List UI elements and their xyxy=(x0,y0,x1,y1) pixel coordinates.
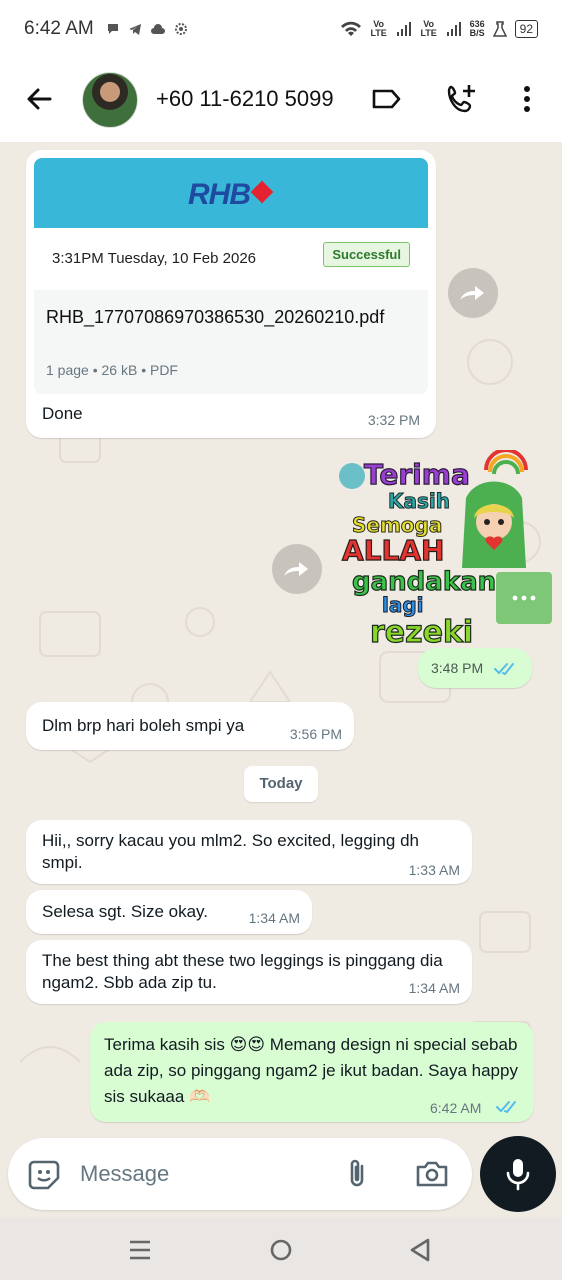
read-ticks-icon xyxy=(496,1101,516,1114)
forward-icon xyxy=(460,286,484,300)
incoming-message[interactable]: The best thing abt these two leggings is… xyxy=(26,940,472,1004)
back-nav-icon[interactable] xyxy=(406,1236,434,1264)
flask-icon xyxy=(492,21,507,37)
message-text: Dlm brp hari boleh smpi ya xyxy=(42,716,245,735)
signal-icon xyxy=(396,22,411,36)
incoming-message[interactable]: Hii,, sorry kacau you mlm2. So excited, … xyxy=(26,820,472,884)
message-text: Selesa sgt. Size okay. xyxy=(42,902,208,921)
sticker-line-4: ALLAH xyxy=(342,534,444,567)
status-time: 6:42 AM xyxy=(24,18,94,39)
read-ticks-icon xyxy=(494,663,514,676)
telegram-icon xyxy=(128,24,141,35)
status-badge: Successful xyxy=(323,242,410,267)
settings-gear-icon xyxy=(174,23,187,35)
message-time: 3:48 PM xyxy=(431,660,484,676)
attach-icon[interactable] xyxy=(340,1156,376,1192)
forward-button-sticker[interactable] xyxy=(272,544,322,594)
avatar[interactable] xyxy=(82,72,138,128)
message-time: 1:34 AM xyxy=(248,910,300,926)
chat-header: +60 11-6210 5099 xyxy=(0,58,562,142)
mic-icon xyxy=(506,1159,530,1191)
message-time: 3:56 PM xyxy=(289,726,342,742)
add-call-icon[interactable] xyxy=(444,82,478,116)
document-file[interactable]: RHB_17707086970386530_20260210.pdf 1 pag… xyxy=(34,290,428,394)
chat-area[interactable]: RHB 3:31PM Tuesday, 10 Feb 2026 Successf… xyxy=(0,142,562,1142)
incoming-message[interactable]: Dlm brp hari boleh smpi ya 3:56 PM xyxy=(26,702,354,750)
document-filename: RHB_17707086970386530_20260210.pdf xyxy=(46,307,385,327)
recent-apps-icon[interactable] xyxy=(126,1236,154,1264)
outgoing-message[interactable]: Terima kasih sis 😍😍 Memang design ni spe… xyxy=(90,1022,534,1122)
sticker-options-button[interactable] xyxy=(496,572,552,624)
contact-name[interactable]: +60 11-6210 5099 xyxy=(156,86,334,112)
wifi-icon xyxy=(340,21,361,36)
sticker-line-2: Kasih xyxy=(388,489,450,513)
more-horiz-icon xyxy=(512,595,536,601)
bank-logo: RHB xyxy=(188,178,251,211)
battery-level: 92 xyxy=(514,20,538,38)
home-icon[interactable] xyxy=(267,1236,295,1264)
signal-icon-2 xyxy=(446,22,461,36)
message-time: 1:34 AM xyxy=(408,980,460,996)
sticker-line-1: Terima xyxy=(364,458,470,491)
message-text: Hii,, sorry kacau you mlm2. So excited, … xyxy=(42,831,420,872)
message-text: Terima kasih sis 😍😍 Memang design ni spe… xyxy=(104,1035,518,1106)
receipt-datetime: 3:31PM Tuesday, 10 Feb 2026 xyxy=(52,250,257,267)
network-speed-unit: B/S xyxy=(469,28,485,38)
document-info: 1 page • 26 kB • PDF xyxy=(46,362,178,378)
camera-icon[interactable] xyxy=(414,1156,450,1192)
volte-label-2: Vo LTE xyxy=(420,19,437,38)
more-vert-icon[interactable] xyxy=(510,82,544,116)
balloon-icon xyxy=(339,463,365,489)
cloud-icon xyxy=(150,24,165,34)
message-text: The best thing abt these two leggings is… xyxy=(42,951,443,992)
document-message[interactable]: RHB 3:31PM Tuesday, 10 Feb 2026 Successf… xyxy=(26,150,436,438)
sticker-emoji-icon[interactable] xyxy=(26,1156,62,1192)
chat-notification-icon xyxy=(107,24,118,34)
forward-icon xyxy=(284,562,308,576)
notification-icons xyxy=(106,22,188,36)
message-input[interactable] xyxy=(80,1158,320,1190)
message-time: 3:32 PM xyxy=(367,412,420,428)
volte-label-1: Vo LTE xyxy=(370,19,387,38)
system-nav-bar xyxy=(0,1218,562,1280)
date-separator: Today xyxy=(244,766,318,802)
message-time: 1:33 AM xyxy=(408,862,460,878)
sticker-line-5: gandakan xyxy=(352,567,496,597)
forward-button[interactable] xyxy=(448,268,498,318)
message-composer xyxy=(8,1138,472,1210)
network-speed: 636 B/S xyxy=(470,20,485,38)
message-caption: Done xyxy=(42,404,83,423)
message-time: 6:42 AM xyxy=(430,1100,482,1116)
back-arrow-icon[interactable] xyxy=(22,82,56,116)
document-preview[interactable]: RHB xyxy=(34,158,428,228)
incoming-message[interactable]: Selesa sgt. Size okay. 1:34 AM xyxy=(26,890,312,934)
sticker-line-7: rezeki xyxy=(370,615,473,650)
sticker-line-6: lagi xyxy=(382,593,424,617)
sticker-girl-character xyxy=(462,481,526,568)
sticker-time-chip: 3:48 PM xyxy=(418,648,532,688)
system-icons: Vo LTE Vo LTE 636 B/S 92 xyxy=(340,20,538,38)
status-bar: 6:42 AM Vo LTE Vo LTE 636 B/S 92 xyxy=(0,0,562,58)
bank-logo-diamond xyxy=(250,180,274,204)
mic-button[interactable] xyxy=(480,1136,556,1212)
label-icon[interactable] xyxy=(370,82,404,116)
receipt-strip: 3:31PM Tuesday, 10 Feb 2026 Successful xyxy=(34,228,428,290)
